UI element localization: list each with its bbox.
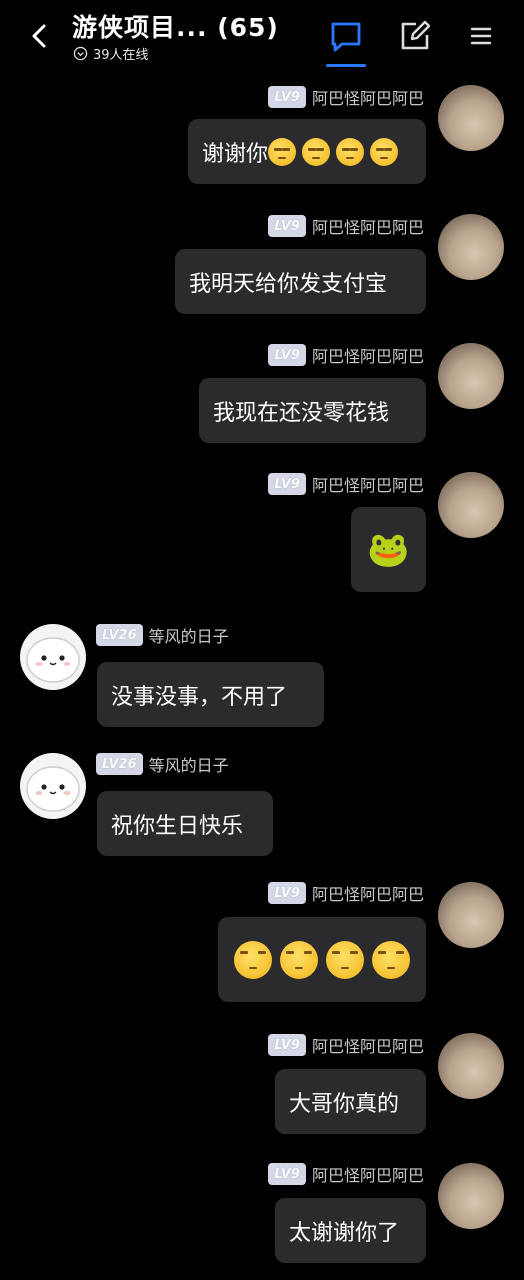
sender-name[interactable]: 阿巴怪阿巴阿巴 <box>312 343 424 367</box>
level-badge: LV9 <box>268 344 306 366</box>
avatar[interactable] <box>20 624 86 690</box>
message-meta: LV9 阿巴怪阿巴阿巴 <box>268 343 424 367</box>
sender-name[interactable]: 阿巴怪阿巴阿巴 <box>312 472 424 496</box>
message-bubble[interactable]: 谢谢你 <box>188 119 426 184</box>
menu-button[interactable] <box>462 17 500 55</box>
unamused-face-icon <box>268 137 297 166</box>
edit-icon <box>401 20 431 50</box>
avatar[interactable] <box>438 882 504 948</box>
avatar[interactable] <box>438 1163 504 1229</box>
frog-emoji: 🐸 <box>367 529 410 570</box>
message-bubble[interactable]: 我明天给你发支付宝 <box>175 249 426 314</box>
message-meta: LV9 阿巴怪阿巴阿巴 <box>268 881 424 905</box>
avatar[interactable] <box>438 214 504 280</box>
avatar[interactable] <box>20 753 86 819</box>
message-bubble[interactable]: 太谢谢你了 <box>275 1198 426 1263</box>
mochi-avatar-icon <box>26 637 80 683</box>
sender-name[interactable]: 等风的日子 <box>149 752 229 776</box>
message-text: 我现在还没零花钱 <box>213 400 390 426</box>
chat-tab-button[interactable] <box>327 17 365 55</box>
chat-bubble-icon <box>331 22 361 52</box>
level-badge: LV9 <box>268 215 306 237</box>
sender-name[interactable]: 阿巴怪阿巴阿巴 <box>312 881 424 905</box>
message-bubble[interactable] <box>218 917 426 1002</box>
back-button[interactable] <box>22 18 58 54</box>
unamused-face-icon <box>280 940 318 979</box>
sender-name[interactable]: 阿巴怪阿巴阿巴 <box>312 1162 424 1186</box>
level-badge: LV9 <box>268 1034 306 1056</box>
sender-name[interactable]: 等风的日子 <box>149 623 229 647</box>
level-badge: LV26 <box>96 624 143 646</box>
message-text: 祝你生日快乐 <box>111 813 244 839</box>
message-text: 谢谢你 <box>202 141 269 167</box>
message-bubble[interactable]: 祝你生日快乐 <box>97 791 273 856</box>
unamused-face-icon <box>326 940 364 979</box>
message-meta: LV9 阿巴怪阿巴阿巴 <box>268 472 424 496</box>
edit-button[interactable] <box>396 17 434 55</box>
message-bubble[interactable]: 🐸 <box>351 507 426 592</box>
message-meta: LV26 等风的日子 <box>96 623 229 647</box>
message-meta: LV9 阿巴怪阿巴阿巴 <box>268 1033 424 1057</box>
level-badge: LV9 <box>268 86 306 108</box>
online-count[interactable]: 39人在线 <box>73 44 149 63</box>
menu-icon <box>470 27 492 45</box>
level-badge: LV9 <box>268 1163 306 1185</box>
message-bubble[interactable]: 大哥你真的 <box>275 1069 426 1134</box>
unamused-face-icon <box>302 137 331 166</box>
avatar[interactable] <box>438 472 504 538</box>
unamused-face-icon <box>372 940 410 979</box>
chevron-circle-icon <box>73 46 88 61</box>
message-text: 我明天给你发支付宝 <box>189 271 388 297</box>
level-badge: LV26 <box>96 753 143 775</box>
unamused-face-icon <box>336 137 365 166</box>
unamused-face-icon <box>370 137 399 166</box>
unamused-face-icon <box>234 940 272 979</box>
chat-header: 游侠项目... (65) 39人在线 <box>0 0 524 80</box>
sender-name[interactable]: 阿巴怪阿巴阿巴 <box>312 85 424 109</box>
message-bubble[interactable]: 我现在还没零花钱 <box>199 378 426 443</box>
avatar[interactable] <box>438 1033 504 1099</box>
active-tab-indicator <box>326 64 366 67</box>
message-text: 大哥你真的 <box>289 1091 400 1117</box>
avatar[interactable] <box>438 343 504 409</box>
chevron-left-icon <box>32 24 46 48</box>
message-bubble[interactable]: 没事没事，不用了 <box>97 662 324 727</box>
avatar[interactable] <box>438 85 504 151</box>
sender-name[interactable]: 阿巴怪阿巴阿巴 <box>312 1033 424 1057</box>
message-meta: LV9 阿巴怪阿巴阿巴 <box>268 1162 424 1186</box>
group-title[interactable]: 游侠项目... (65) <box>72 8 279 44</box>
message-text: 太谢谢你了 <box>289 1220 400 1246</box>
level-badge: LV9 <box>268 473 306 495</box>
sender-name[interactable]: 阿巴怪阿巴阿巴 <box>312 214 424 238</box>
online-count-text: 39人在线 <box>93 48 149 63</box>
message-text: 没事没事，不用了 <box>111 684 288 710</box>
message-meta: LV26 等风的日子 <box>96 752 229 776</box>
message-meta: LV9 阿巴怪阿巴阿巴 <box>268 85 424 109</box>
level-badge: LV9 <box>268 882 306 904</box>
message-meta: LV9 阿巴怪阿巴阿巴 <box>268 214 424 238</box>
mochi-avatar-icon <box>26 766 80 812</box>
